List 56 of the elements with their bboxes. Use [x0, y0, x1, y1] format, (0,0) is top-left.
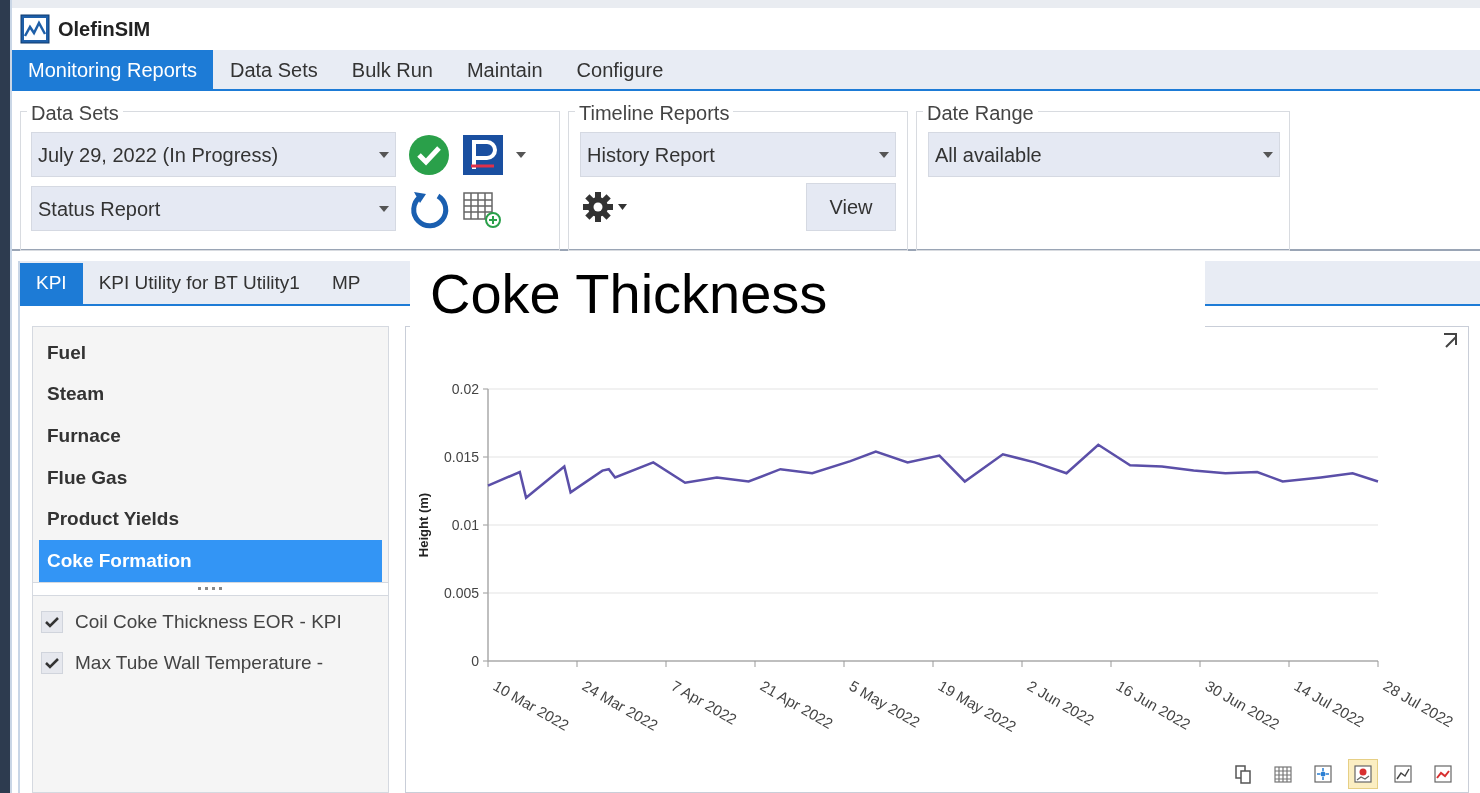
caret-icon — [379, 205, 389, 212]
x-tick-label: 14 Jul 2022 — [1291, 676, 1368, 731]
x-tick-label: 7 Apr 2022 — [668, 676, 740, 728]
y-tick-label: 0.015 — [443, 449, 479, 465]
y-tick-label: 0.005 — [443, 585, 479, 601]
report-tab[interactable]: KPI Utility for BT Utility1 — [82, 263, 316, 304]
x-tick-label: 24 Mar 2022 — [579, 676, 661, 734]
menu-tab[interactable]: Configure — [559, 50, 681, 89]
category-item[interactable]: Flue Gas — [39, 457, 382, 499]
x-tick-label: 10 Mar 2022 — [490, 676, 572, 734]
report-dropdown[interactable]: Status Report — [31, 186, 396, 231]
category-item[interactable]: Fuel — [39, 332, 382, 374]
caret-icon[interactable] — [618, 204, 627, 210]
dataset-dropdown[interactable]: July 29, 2022 (In Progress) — [31, 132, 396, 177]
x-tick-label: 2 Jun 2022 — [1024, 676, 1098, 729]
caret-icon[interactable] — [516, 151, 526, 158]
menu-tab[interactable]: Bulk Run — [334, 50, 450, 89]
date-range-dropdown[interactable]: All available — [928, 132, 1280, 177]
app-logo-icon — [20, 14, 50, 44]
x-tick-label: 28 Jul 2022 — [1380, 676, 1457, 731]
x-tick-label: 21 Apr 2022 — [757, 676, 837, 733]
kpi-label: Coil Coke Thickness EOR - KPI — [75, 610, 342, 634]
menu-tab[interactable]: Maintain — [449, 50, 560, 89]
expand-icon[interactable] — [1442, 333, 1458, 349]
x-tick-label: 19 May 2022 — [935, 676, 1020, 735]
checkbox[interactable] — [41, 611, 63, 634]
report-tab[interactable]: KPI — [20, 263, 83, 304]
y-tick-label: 0.02 — [451, 381, 479, 397]
x-tick-label: 30 Jun 2022 — [1202, 676, 1283, 733]
report-tab[interactable]: MP — [315, 263, 377, 304]
marker-icon[interactable] — [1348, 759, 1378, 789]
kpi-label: Max Tube Wall Temperature - — [75, 650, 324, 675]
timeline-report-dropdown[interactable]: History Report — [580, 132, 896, 177]
caret-icon — [879, 151, 889, 158]
checkmark-icon — [45, 616, 59, 629]
p-logo-icon[interactable] — [462, 133, 504, 176]
y-axis-title: Height (m) — [416, 492, 431, 558]
y-tick-label: 0 — [471, 653, 479, 669]
settings-icon[interactable] — [582, 191, 614, 223]
category-item[interactable]: Steam — [39, 373, 382, 416]
y-tick-label: 0.01 — [451, 517, 479, 533]
category-item[interactable]: Furnace — [39, 415, 382, 457]
check-circle-icon[interactable] — [408, 133, 450, 176]
view-button[interactable]: View — [806, 183, 896, 231]
menu-tab[interactable]: Monitoring Reports — [12, 50, 213, 89]
app-title: OlefinSIM — [58, 17, 151, 42]
x-tick-label: 5 May 2022 — [846, 676, 923, 731]
x-tick-label: 16 Jun 2022 — [1113, 676, 1194, 733]
caret-icon — [1263, 151, 1273, 158]
splitter-grip-icon[interactable] — [197, 587, 224, 591]
slide-title: Coke Thickness — [430, 266, 828, 322]
checkbox[interactable] — [41, 651, 63, 674]
category-item[interactable]: Product Yields — [39, 498, 382, 541]
caret-icon — [379, 151, 389, 158]
menu-tab[interactable]: Data Sets — [212, 50, 335, 89]
checkmark-icon — [45, 656, 59, 669]
